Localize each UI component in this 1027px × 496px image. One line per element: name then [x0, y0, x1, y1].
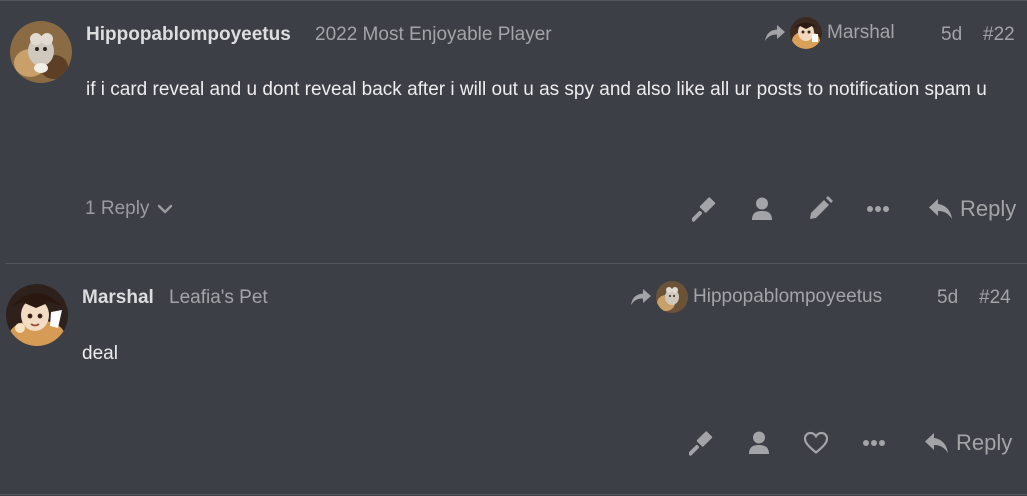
top-divider	[0, 0, 1027, 1]
avatar-hippopablompoyeetus[interactable]	[10, 21, 72, 83]
post-number[interactable]: #22	[983, 24, 1015, 46]
avatar-marshal[interactable]	[6, 284, 68, 346]
user-icon[interactable]	[746, 430, 772, 456]
post-age[interactable]: 5d	[941, 24, 962, 46]
more-icon[interactable]	[865, 196, 891, 222]
reply-arrow-icon	[929, 199, 952, 219]
pencil-icon[interactable]	[807, 196, 833, 222]
reply-arrow-icon	[925, 433, 948, 453]
reply-to-avatar	[656, 281, 688, 313]
post-body: deal	[82, 343, 118, 364]
user-icon[interactable]	[749, 196, 775, 222]
gavel-icon[interactable]	[689, 430, 715, 456]
more-icon[interactable]	[861, 430, 887, 456]
reply-button[interactable]: Reply	[928, 196, 1016, 222]
show-replies-button[interactable]: 1 Reply	[85, 198, 173, 220]
heart-icon[interactable]	[803, 430, 829, 456]
post-user-title: Leafia's Pet	[169, 287, 268, 308]
post-user-title: 2022 Most Enjoyable Player	[315, 24, 552, 45]
replies-count: 1 Reply	[85, 198, 150, 219]
post-age[interactable]: 5d	[937, 287, 958, 309]
reply-label: Reply	[960, 196, 1017, 221]
reply-to-name: Marshal	[827, 22, 895, 43]
post-body: if i card reveal and u dont reveal back …	[86, 79, 987, 100]
post-divider	[5, 263, 1027, 264]
gavel-icon[interactable]	[692, 196, 718, 222]
post-username[interactable]: Hippopablompoyeetus	[86, 24, 291, 46]
chevron-down-icon	[158, 204, 173, 214]
reply-button[interactable]: Reply	[924, 430, 1012, 456]
topic-posts: Hippopablompoyeetus 2022 Most Enjoyable …	[0, 0, 1027, 496]
post-number[interactable]: #24	[979, 287, 1011, 309]
reply-to-name: Hippopablompoyeetus	[693, 286, 883, 307]
reply-to-link[interactable]: Marshal	[764, 17, 895, 49]
share-arrow-icon	[765, 25, 785, 41]
reply-to-avatar	[790, 17, 822, 49]
post-username[interactable]: Marshal	[82, 287, 154, 309]
share-arrow-icon	[631, 289, 651, 305]
bottom-divider	[0, 494, 1027, 495]
reply-to-link[interactable]: Hippopablompoyeetus	[630, 281, 882, 313]
reply-label: Reply	[956, 430, 1013, 455]
